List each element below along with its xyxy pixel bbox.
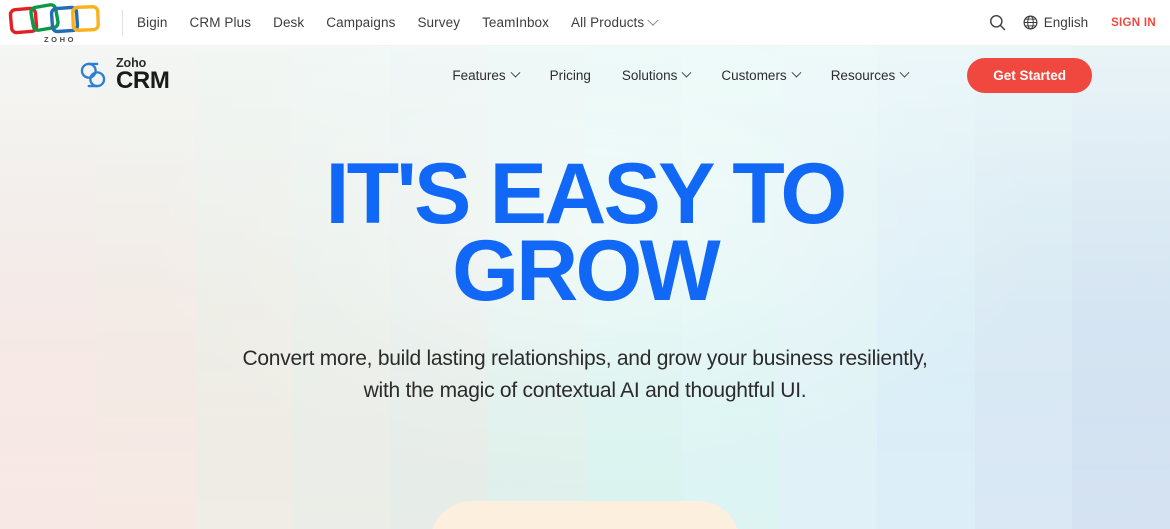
hero-section: Zoho CRM Features Pricing Solutions Cust… [0, 46, 1170, 529]
zoho-nav-label: Campaigns [326, 15, 396, 30]
sign-in-link[interactable]: SIGN IN [1111, 17, 1156, 29]
crm-nav-label: Solutions [621, 67, 678, 83]
hero-subheadline-line-1: Convert more, build lasting relationship… [242, 347, 928, 371]
chevron-down-icon [510, 67, 521, 78]
search-button[interactable] [989, 14, 1006, 31]
chevron-down-icon [647, 14, 659, 26]
zoho-nav-item-campaigns[interactable]: Campaigns [326, 15, 395, 30]
chevron-down-icon [681, 67, 692, 78]
zoho-nav-label: Bigin [137, 15, 168, 30]
zoho-crm-infinity-icon [80, 62, 106, 88]
zoho-nav-item-teaminbox[interactable]: TeamInbox [482, 15, 549, 30]
zoho-nav-item-bigin[interactable]: Bigin [137, 15, 168, 30]
zoho-crm-landing-page: ZOHO Bigin CRM Plus Desk Campaigns Surve… [0, 0, 1170, 529]
zoho-nav-item-survey[interactable]: Survey [417, 15, 460, 30]
brand-crm-label: CRM [116, 67, 170, 95]
crm-nav-label: Resources [830, 67, 896, 83]
language-label: English [1043, 15, 1089, 30]
svg-text:ZOHO: ZOHO [44, 35, 76, 44]
crm-nav-item-features[interactable]: Features [452, 67, 521, 83]
hero-headline: IT'S EASY TO GROW [0, 151, 1170, 319]
zoho-nav-item-all-products[interactable]: All Products [571, 14, 659, 30]
zoho-nav-label: All Products [571, 15, 645, 30]
hero-headline-line-2: GROW [452, 222, 721, 319]
globe-icon [1023, 15, 1038, 30]
zoho-nav-item-desk[interactable]: Desk [273, 15, 304, 30]
crm-nav-item-solutions[interactable]: Solutions [621, 67, 692, 83]
crm-nav-item-pricing[interactable]: Pricing [550, 68, 591, 83]
zoho-logo-icon: ZOHO [8, 2, 100, 44]
language-selector[interactable]: English [1023, 15, 1088, 30]
zoho-nav-item-crm-plus[interactable]: CRM Plus [190, 15, 252, 30]
zoho-crm-brand[interactable]: Zoho CRM [78, 57, 170, 95]
crm-nav-label: Customers [721, 67, 787, 83]
crm-nav-label: Pricing [549, 67, 591, 83]
zoho-nav-label: TeamInbox [482, 15, 550, 30]
zoho-logo[interactable]: ZOHO [8, 2, 104, 44]
crm-nav-menu: Features Pricing Solutions Customers Res… [452, 57, 1092, 93]
brand-text: Zoho CRM [116, 57, 170, 95]
hero-subheadline-line-2: with the magic of contextual AI and thou… [363, 378, 807, 402]
zoho-header-actions: English SIGN IN [989, 14, 1156, 31]
search-icon [989, 15, 1006, 31]
crm-nav-item-customers[interactable]: Customers [721, 67, 802, 83]
zoho-product-nav: Bigin CRM Plus Desk Campaigns Survey Tea… [137, 14, 989, 30]
chevron-down-icon [899, 67, 910, 78]
zoho-global-header: ZOHO Bigin CRM Plus Desk Campaigns Surve… [0, 0, 1170, 46]
get-started-button[interactable]: Get Started [967, 57, 1092, 93]
crm-nav-label: Features [452, 67, 506, 83]
free-trial-card[interactable]: Get started with your 15-day free trial [430, 501, 740, 529]
zoho-nav-label: CRM Plus [189, 15, 252, 30]
crm-product-header: Zoho CRM Features Pricing Solutions Cust… [0, 46, 1170, 104]
zoho-nav-label: Survey [417, 15, 461, 30]
zoho-nav-label: Desk [273, 15, 305, 30]
header-divider [122, 9, 123, 36]
hero-subheadline: Convert more, build lasting relationship… [0, 343, 1170, 407]
hero-content: IT'S EASY TO GROW Convert more, build la… [0, 104, 1170, 407]
crm-nav-item-resources[interactable]: Resources [830, 67, 910, 83]
chevron-down-icon [791, 67, 802, 78]
